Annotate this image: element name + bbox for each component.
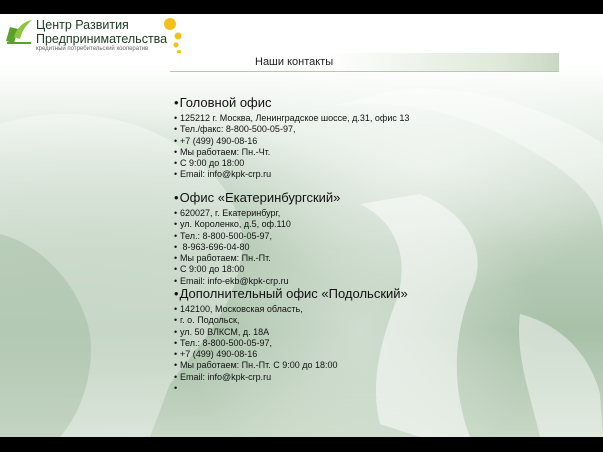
page-title: Наши контакты [255,56,334,68]
email-link[interactable]: • Email: info@kpk-crp.ru [174,372,408,383]
slide-header: Центр Развития Предпринимательства креди… [0,14,603,56]
brand-tagline: кредитный потребительский кооператив [36,46,149,52]
list-item: • С 9:00 до 18:00 [174,158,245,169]
email-link[interactable]: • Email: info@kpk-crp.ru [174,169,409,180]
list-item: • Тел.: 8-800-500-05-97, [174,230,272,241]
list-item: • Мы работаем: Пн.-Пт. С 9:00 до 18:00 [174,360,338,371]
contact-list: • 125212 г. Москва, Ленинградское шоссе, … [174,113,409,181]
section-podolsk-office: •Дополнительный офис «Подольский» • 14210… [174,286,408,394]
brand-name-line2: Предпринимательства [36,32,168,46]
list-item: • [174,383,178,394]
list-item: • ул. Короленко, д.5, оф.110 [174,219,291,230]
list-item: • 125212 г. Москва, Ленинградское шоссе, … [174,113,410,123]
section-ekaterinburg-office: •Офис «Екатеринбургский» • 620027, г. Ека… [174,190,340,287]
section-heading: •Головной офис [174,95,272,110]
list-item: • 142100, Московская область, [174,304,303,314]
section-heading: •Дополнительный офис «Подольский» [174,286,408,301]
list-item: • Тел.: 8-800-500-05-97, [174,337,272,348]
list-item: • +7 (499) 490-08-16 [174,135,258,146]
section-heading: •Офис «Екатеринбургский» [174,190,341,205]
list-item: • г. о. Подольск, [174,315,240,326]
list-item: • +7 (499) 490-08-16 [174,349,258,360]
contact-list: • 142100, Московская область, • г. о. Подо… [174,304,408,394]
kpk-logo-icon [6,20,32,44]
list-item: • С 9:00 до 18:00 [174,264,245,275]
brand-name-line1: Центр Развития [36,18,129,32]
list-item: • Мы работаем: Пн.-Чт. [174,146,271,157]
title-bar [170,53,559,72]
list-item: • 8-963-696-04-80 [174,241,250,252]
list-item: • Мы работаем: Пн.-Пт. [174,253,271,264]
list-item: • 620027, г. Екатеринбург, [174,208,281,218]
list-item: • ул. 50 ВЛКСМ, д. 18А [174,326,270,337]
slide: Центр Развития Предпринимательства креди… [0,14,603,437]
list-item: • Тел./факс: 8-800-500-05-97, [174,124,296,135]
section-head-office: •Головной офис • 125212 г. Москва, Ленинг… [174,95,409,181]
contact-list: • 620027, г. Екатеринбург, • ул. Короленко… [174,208,340,287]
decorative-dots [164,18,182,54]
